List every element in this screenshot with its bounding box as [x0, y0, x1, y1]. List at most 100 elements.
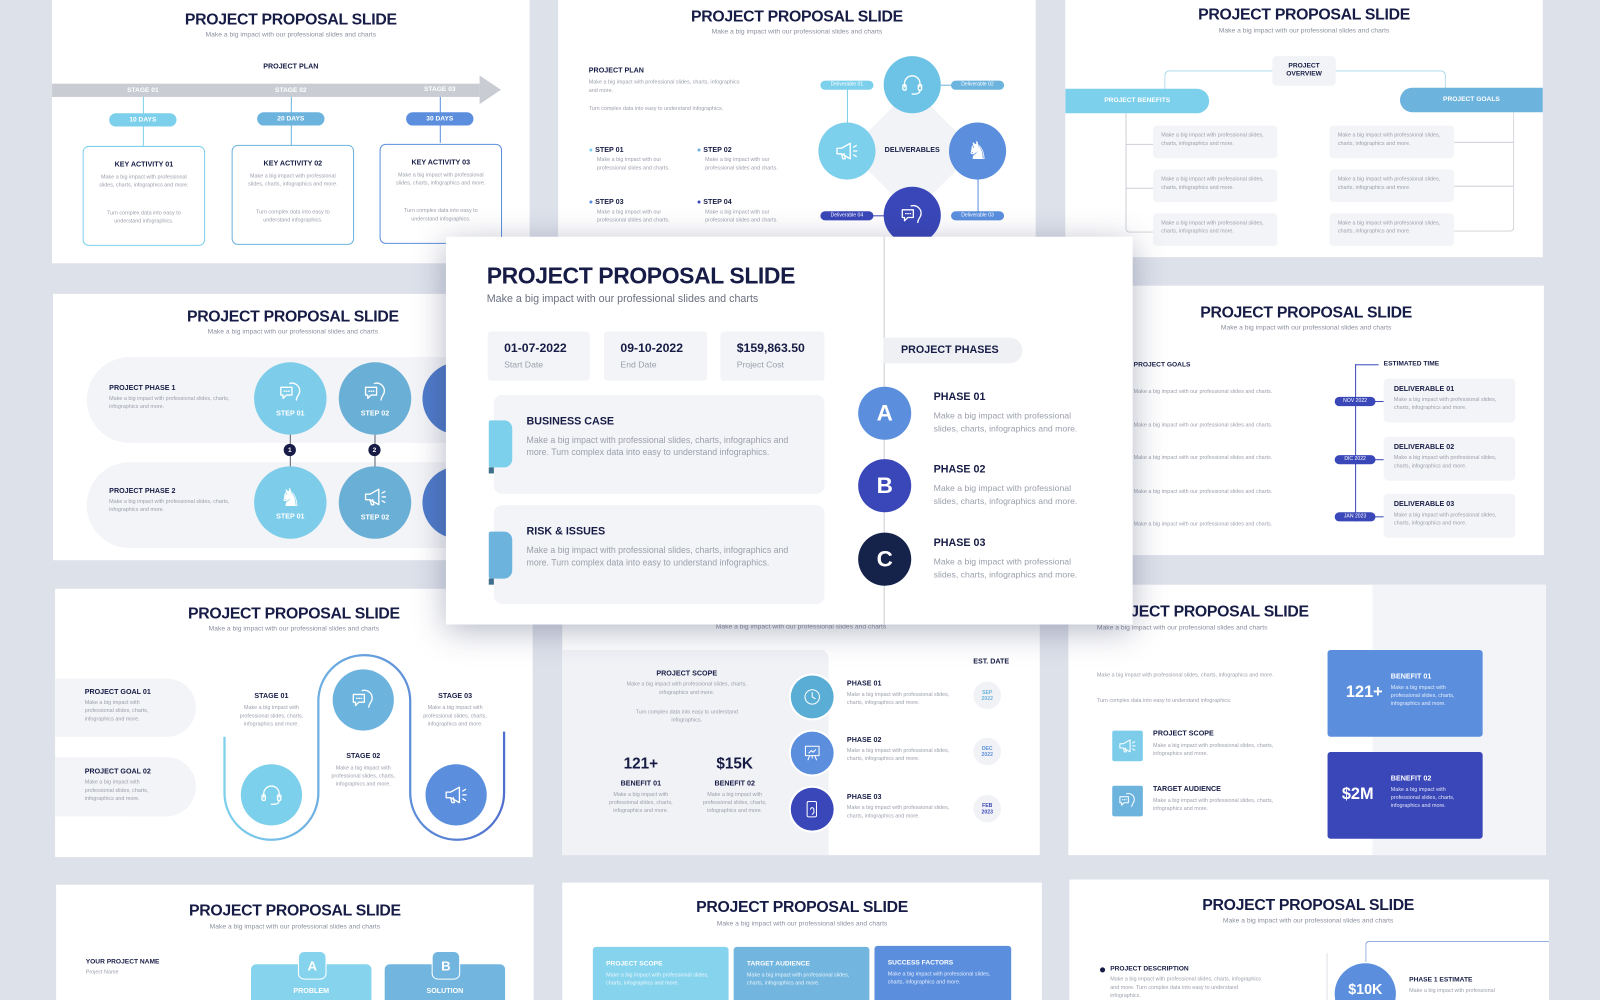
- chat-icon: [1112, 785, 1143, 817]
- slide-title: PROJECT PROPOSAL SLIDE: [186, 308, 399, 326]
- slide-problem-solution[interactable]: PROJECT PROPOSAL SLIDE Make a big impact…: [56, 884, 534, 1000]
- chess-knight-icon: ♞: [279, 483, 302, 512]
- project-name-label: YOUR PROJECT NAME: [85, 958, 160, 966]
- item-text: Make a big impact with professional slid…: [1337, 176, 1441, 191]
- slide-title: PROJECT PROPOSAL SLIDE: [184, 11, 397, 29]
- slide-scope-est-date[interactable]: Make a big impact with our professional …: [562, 610, 1040, 856]
- end-date-value: 09-10-2022: [620, 340, 684, 356]
- slide-success-factors[interactable]: PROJECT PROPOSAL SLIDE Make a big impact…: [562, 882, 1042, 1000]
- step-marker: 1: [283, 443, 296, 457]
- slide-collage: PROJECT PROPOSAL SLIDE Make a big impact…: [0, 0, 1600, 1000]
- phase-title: PHASE 01: [933, 390, 986, 404]
- phase-title: PHASE 03: [846, 793, 882, 802]
- slide-phase-estimate[interactable]: PROJECT PROPOSAL SLIDE Make a big impact…: [1069, 879, 1549, 1000]
- date-bubble: FEB 2023: [973, 794, 1002, 823]
- activity-text: Make a big impact with professional slid…: [248, 173, 338, 188]
- tree-branch: [1125, 143, 1155, 145]
- date-badge: JAN 2023: [1334, 512, 1376, 522]
- project-cost-box: $159,863.50 Project Cost: [720, 331, 825, 381]
- intro-text: Make a big impact with professional slid…: [1096, 672, 1274, 679]
- card-title: RISK & ISSUES: [526, 525, 606, 538]
- card-text: Make a big impact with professional slid…: [526, 434, 789, 458]
- step-circle[interactable]: STEP 02: [338, 362, 412, 435]
- chat-icon: [332, 669, 394, 731]
- estimate-text: Make a big impact with professional: [1409, 987, 1495, 994]
- column-text: Make a big impact with professional slid…: [606, 972, 709, 987]
- item-text: Make a big impact with professional slid…: [1337, 132, 1441, 147]
- slide-deliverables[interactable]: PROJECT PROPOSAL SLIDE Make a big impact…: [558, 0, 1036, 264]
- step-label: STEP 01: [276, 410, 305, 418]
- slide-goals-stages[interactable]: PROJECT PROPOSAL SLIDE Make a big impact…: [55, 588, 533, 858]
- days-badge: 10 DAYS: [109, 113, 177, 127]
- goal-item: Make a big impact with professional slid…: [1329, 125, 1455, 159]
- plan-heading: PROJECT PLAN: [263, 63, 319, 71]
- goal-text: Make a big impact with our professional …: [1133, 455, 1273, 462]
- phase-item: PHASE 02 Make a big impact with professi…: [934, 463, 1097, 507]
- step-label: STEP 01: [276, 512, 305, 520]
- stage-title: STAGE 03: [438, 692, 473, 700]
- tree-line: [1125, 113, 1156, 233]
- phase-title: PHASE 01: [846, 680, 882, 688]
- phase-text: Make a big impact with professional slid…: [846, 747, 950, 763]
- connector: [846, 85, 848, 127]
- activity-title: KEY ACTIVITY 03: [411, 159, 471, 167]
- goal-text: Make a big impact with our professional …: [1133, 488, 1273, 495]
- card-label: PROBLEM: [293, 987, 330, 995]
- chat-icon: [277, 380, 304, 407]
- time-heading: ESTIMATED TIME: [1383, 360, 1440, 368]
- scope-text: Turn complex data into easy to understan…: [635, 709, 738, 724]
- project-cost-label: Project Cost: [736, 359, 784, 370]
- benefit-value: $15K: [716, 755, 753, 773]
- estimate-value: $10K: [1334, 963, 1396, 1000]
- phase-badge-b: B: [858, 459, 912, 513]
- benefit-item: Make a big impact with professional slid…: [1153, 125, 1278, 159]
- goal-item: Make a big impact with professional slid…: [1329, 169, 1455, 203]
- headset-icon: [883, 56, 941, 114]
- item-text: Make a big impact with professional slid…: [1161, 220, 1264, 235]
- deliverable-text: Make a big impact with professional slid…: [1393, 396, 1497, 412]
- step-label: STEP 02: [360, 410, 390, 418]
- date-bubble: DEC 2022: [973, 737, 1002, 766]
- slide-title: PROJECT PROPOSAL SLIDE: [696, 898, 908, 917]
- date-year: 2023: [981, 808, 993, 815]
- slide-goals-estimated-time[interactable]: PROJECT PROPOSAL SLIDE Make a big impact…: [1081, 285, 1544, 556]
- risk-issues-card: RISK & ISSUES Make a big impact with pro…: [493, 505, 825, 605]
- step-title: STEP 01: [595, 146, 624, 155]
- step-circle[interactable]: STEP 01: [254, 362, 327, 435]
- stage-title: STAGE 01: [254, 692, 289, 700]
- slide-subtitle: Make a big impact with our professional …: [205, 31, 377, 39]
- benefits-pill: PROJECT BENEFITS: [1065, 88, 1210, 114]
- presentation-icon: [790, 731, 834, 775]
- slide-project-overview[interactable]: PROJECT PROPOSAL SLIDE Make a big impact…: [1065, 0, 1543, 258]
- benefit-card: 121+ BENEFIT 01 Make a big impact with p…: [1327, 649, 1483, 737]
- connector: [1365, 940, 1549, 963]
- bookmark-icon: [488, 420, 513, 474]
- deliverable-tag: Deliverable 01: [820, 80, 874, 90]
- phase-title: PROJECT PHASE 1: [109, 384, 176, 392]
- stage-title: STAGE 02: [346, 753, 381, 761]
- days-badge: 30 DAYS: [406, 112, 474, 126]
- slide-project-plan[interactable]: PROJECT PROPOSAL SLIDE Make a big impact…: [52, 0, 530, 264]
- megaphone-icon: [362, 484, 389, 511]
- item-text: Make a big impact with professional slid…: [1161, 132, 1264, 147]
- column-text: Make a big impact with professional slid…: [887, 971, 991, 986]
- deliverables-label: DELIVERABLES: [884, 146, 940, 155]
- featured-slide[interactable]: PROJECT PROPOSAL SLIDE Make a big impact…: [445, 236, 1133, 625]
- step-text: Make a big impact with our professional …: [705, 157, 778, 172]
- slide-benefits[interactable]: PROJECT PROPOSAL SLIDE Make a big impact…: [1068, 584, 1546, 856]
- item-title: TARGET AUDIENCE: [1153, 785, 1221, 793]
- slide-subtitle: Make a big impact with our professional …: [1218, 27, 1390, 35]
- timeline-arrow-head: [479, 75, 502, 105]
- step-circle[interactable]: ♞ STEP 01: [254, 466, 327, 539]
- slide-title: PROJECT PROPOSAL SLIDE: [1202, 896, 1415, 915]
- start-date-box: 01-07-2022 Start Date: [487, 331, 590, 381]
- chat-icon: [883, 186, 941, 244]
- phase-item: PHASE 03 Make a big impact with professi…: [934, 537, 1097, 581]
- card-text: Make a big impact with professional slid…: [526, 544, 789, 568]
- tree-line: [1454, 112, 1515, 232]
- bullet: [1099, 967, 1106, 973]
- step-circle[interactable]: STEP 02: [338, 466, 412, 539]
- activity-text: Make a big impact with professional slid…: [396, 172, 486, 187]
- phase-text: Make a big impact with professional slid…: [933, 556, 1078, 580]
- deliverable-tag: Deliverable 04: [820, 211, 874, 221]
